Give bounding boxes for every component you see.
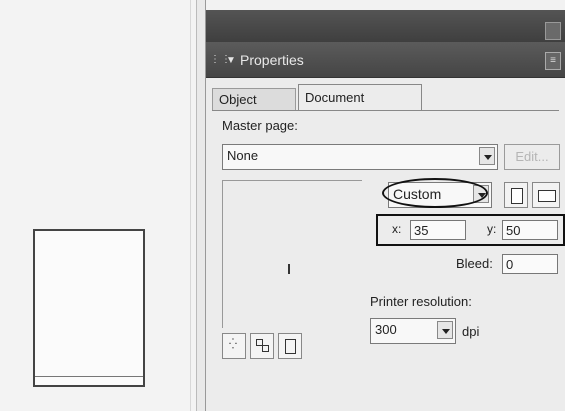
landscape-icon [538,190,556,202]
chevron-down-icon[interactable] [479,147,495,165]
tab-divider [212,110,559,111]
chevron-down-icon[interactable] [437,321,453,339]
y-field[interactable]: 50 [502,220,558,240]
properties-panel: ⋮⋮ ▼ Properties ≡ Object Document Master… [206,10,565,411]
edit-master-button[interactable]: Edit... [504,144,560,170]
panel-splitter[interactable] [196,0,206,411]
page-preview [33,229,145,387]
tab-object[interactable]: Object [212,88,296,110]
bleed-field[interactable]: 0 [502,254,558,274]
printer-resolution-select[interactable]: 300 [370,318,456,344]
bleed-value: 0 [506,257,514,272]
y-value: 50 [506,223,521,238]
x-value: 35 [414,223,429,238]
collapse-triangle-icon[interactable]: ▼ [226,55,236,66]
x-field[interactable]: 35 [410,220,466,240]
panel-topbar [206,10,565,42]
master-page-select[interactable]: None [222,144,498,170]
annotation-ellipse [382,178,488,208]
printer-resolution-label: Printer resolution: [370,294,472,309]
tile-icon [262,345,269,352]
panel-title: Properties [240,52,304,68]
portrait-icon [511,188,523,204]
page-icon [285,339,296,354]
move-page-button[interactable]: ⁛ [222,333,246,359]
tab-document[interactable]: Document [298,84,422,110]
panel-menu-icon[interactable]: ≡ [545,52,561,70]
move-icon: ⁛ [229,339,237,350]
bleed-label: Bleed: [456,256,493,271]
panel-tabs: Object Document [212,84,562,110]
single-page-button[interactable] [278,333,302,359]
page-size-preview [222,180,362,328]
document-canvas[interactable] [0,0,200,411]
printer-resolution-value: 300 [375,322,397,337]
canvas-guide-line [190,0,191,411]
panel-collapse-button[interactable] [545,22,561,40]
master-page-label: Master page: [222,118,298,133]
preview-center-mark [288,264,290,274]
page-tiles-button[interactable] [250,333,274,359]
y-label: y: [487,222,497,236]
page-view-buttons: ⁛ [222,333,332,363]
properties-header[interactable]: ⋮⋮ ▼ Properties ≡ [206,42,565,78]
master-page-value: None [227,148,259,163]
x-label: x: [392,222,402,236]
dpi-label: dpi [462,324,480,339]
landscape-orientation-button[interactable] [532,182,560,208]
portrait-orientation-button[interactable] [504,182,528,208]
